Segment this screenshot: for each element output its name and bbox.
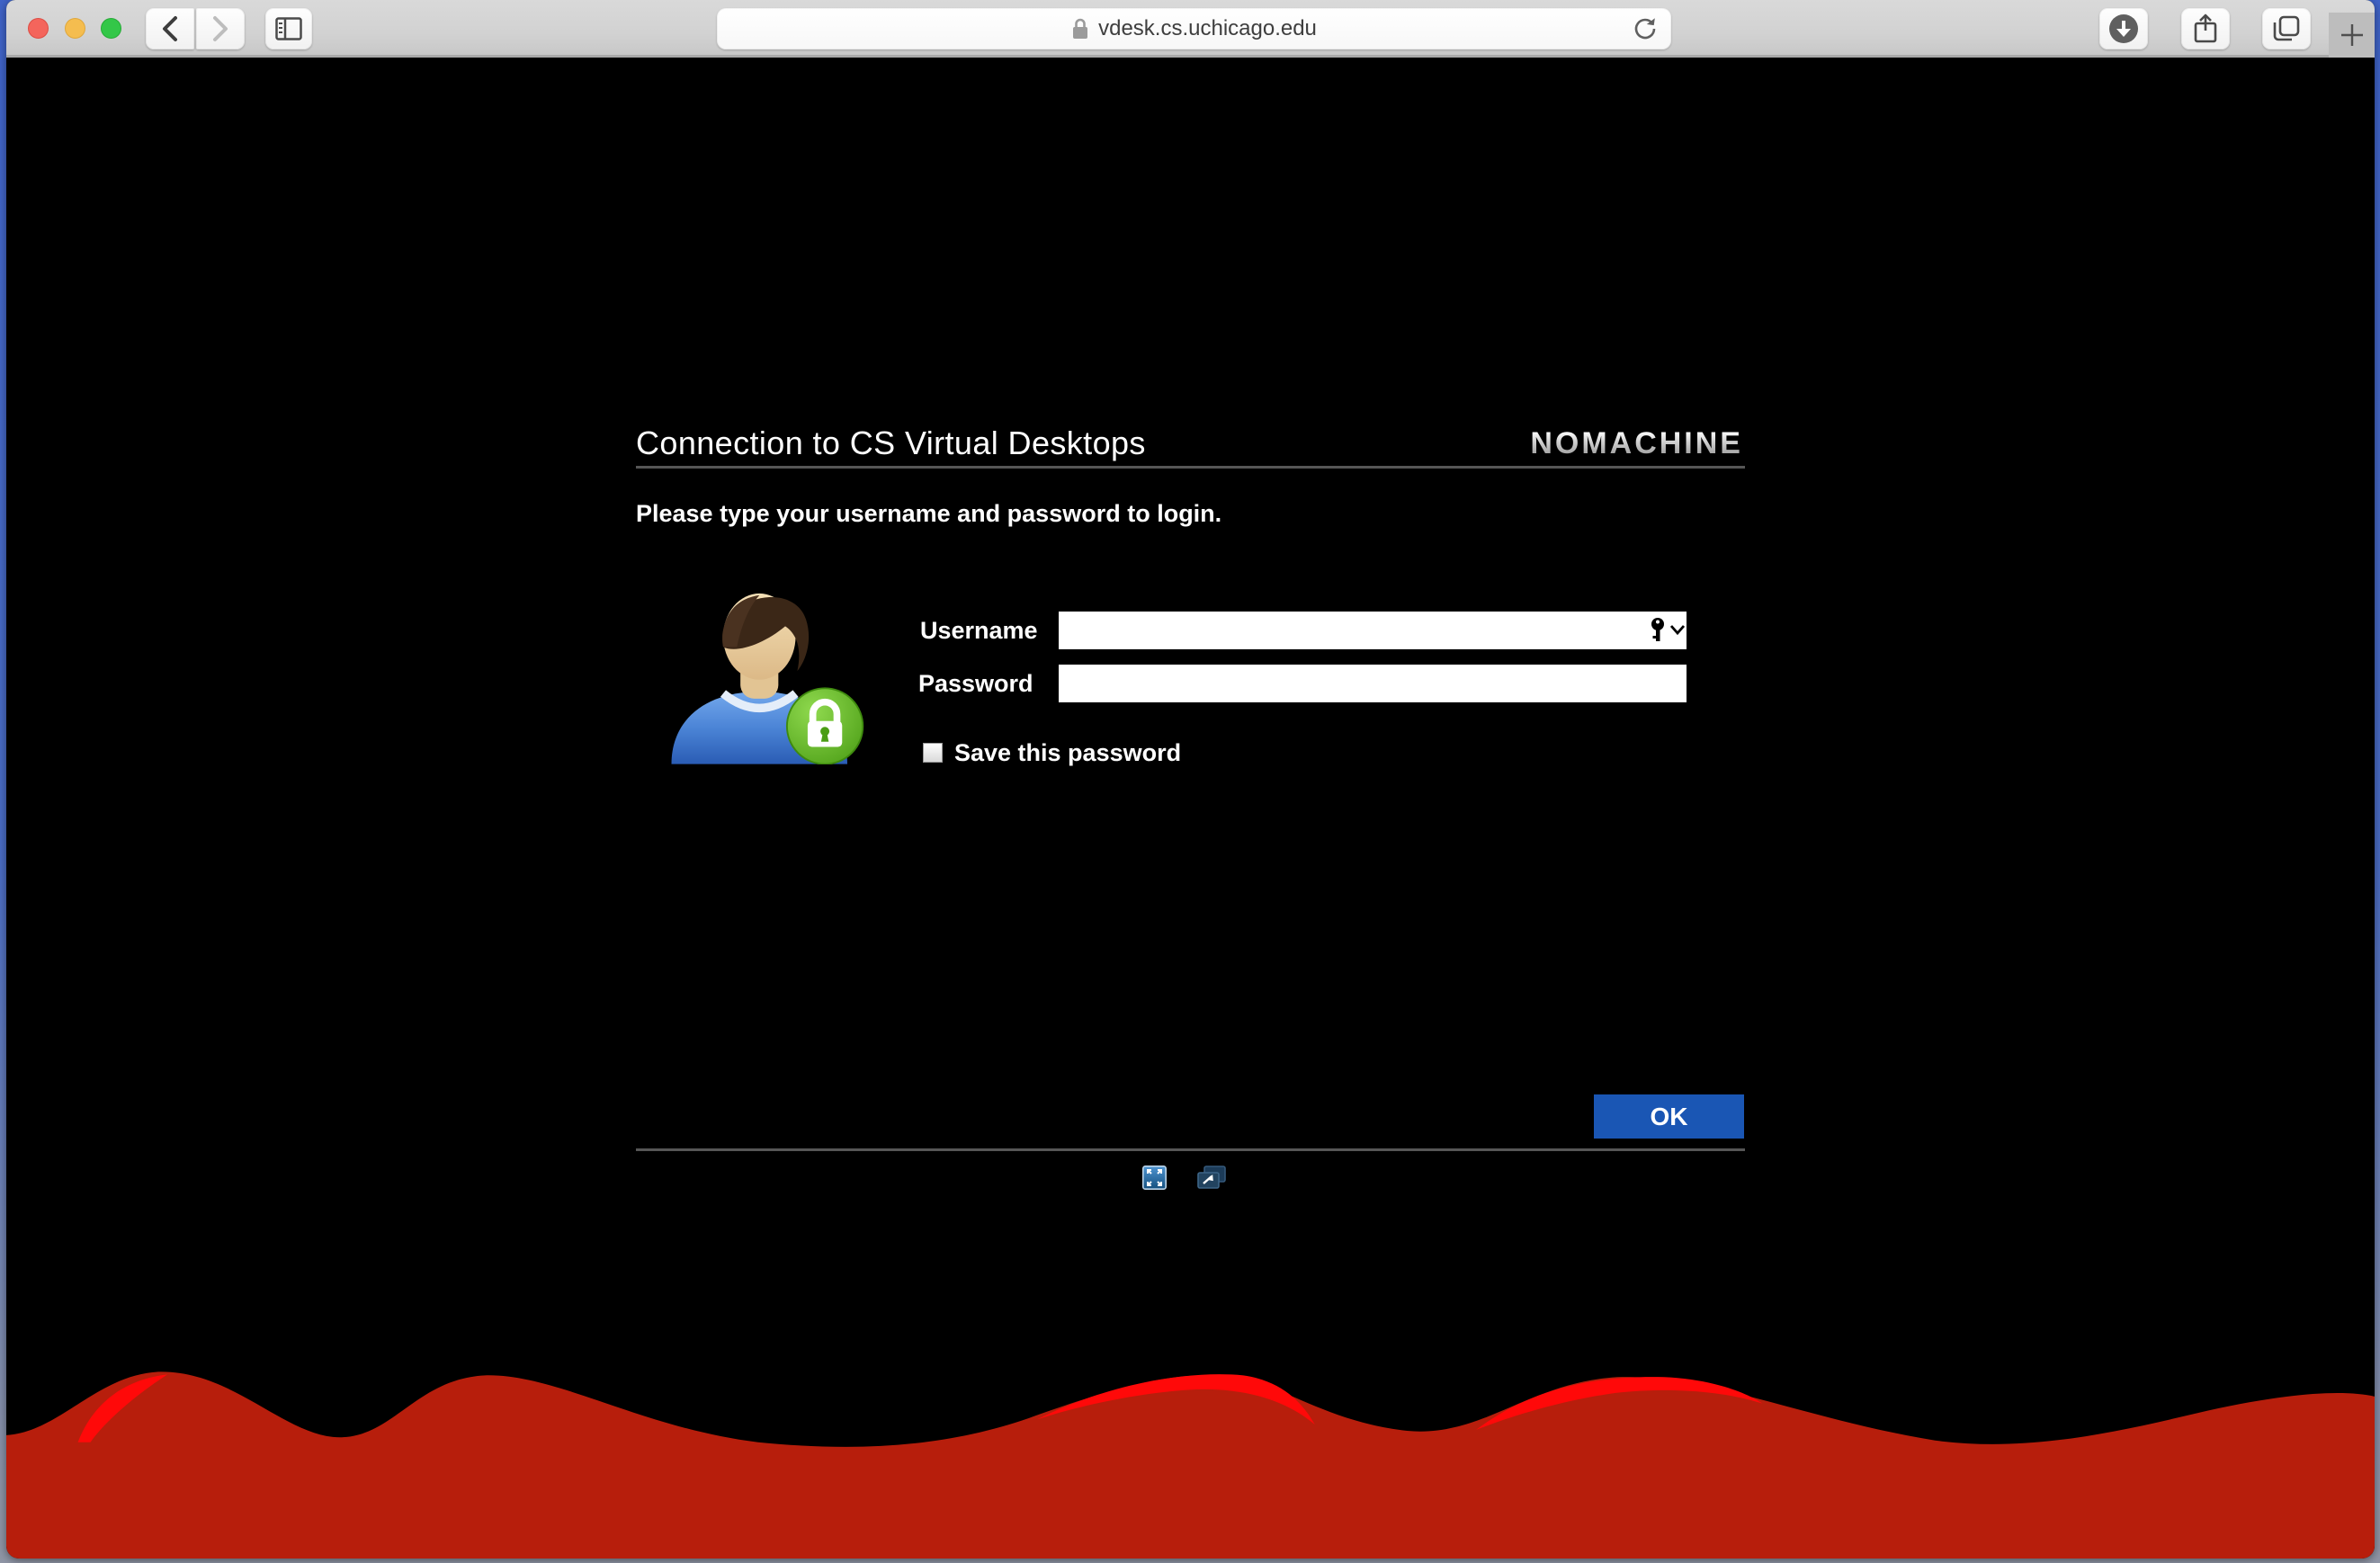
multi-window-icon[interactable]	[1195, 1165, 1228, 1191]
back-button[interactable]	[146, 8, 194, 49]
save-password-checkbox[interactable]	[923, 743, 943, 763]
new-tab-button[interactable]	[2329, 13, 2375, 58]
downloads-button[interactable]	[2099, 8, 2148, 49]
nomachine-logo: NOMACHINE	[1530, 426, 1743, 461]
address-bar[interactable]: vdesk.cs.uchicago.edu	[717, 8, 1671, 49]
lock-icon	[1071, 17, 1089, 40]
page-title: Connection to CS Virtual Desktops	[636, 424, 1146, 462]
instruction-text: Please type your username and password t…	[636, 500, 1221, 528]
reload-button[interactable]	[1632, 15, 1659, 42]
divider-top	[636, 466, 1745, 469]
share-icon	[2193, 13, 2218, 44]
password-label: Password	[918, 670, 1033, 698]
reload-icon	[1632, 15, 1659, 42]
share-button[interactable]	[2181, 8, 2230, 49]
tabs-icon	[2272, 15, 2301, 42]
save-password-label[interactable]: Save this password	[954, 739, 1181, 767]
user-avatar	[661, 585, 868, 764]
password-input[interactable]	[1059, 665, 1687, 702]
username-label: Username	[920, 617, 1038, 645]
url-text: vdesk.cs.uchicago.edu	[1098, 16, 1317, 41]
plus-icon	[2339, 22, 2366, 49]
key-icon	[1651, 618, 1664, 641]
close-button[interactable]	[28, 18, 49, 39]
chevron-down-icon	[1671, 626, 1684, 633]
red-wave-graphic	[6, 1347, 2375, 1559]
chevron-right-icon	[210, 15, 230, 42]
sidebar-icon	[275, 17, 302, 40]
browser-window: vdesk.cs.uchicago.edu	[6, 0, 2375, 1559]
ok-button[interactable]: OK	[1594, 1094, 1744, 1139]
zoom-button[interactable]	[101, 18, 121, 39]
browser-toolbar: vdesk.cs.uchicago.edu	[6, 0, 2375, 58]
username-combo-icons[interactable]	[1651, 617, 1687, 644]
download-circle-icon	[2107, 13, 2140, 45]
tab-overview-button[interactable]	[2262, 8, 2311, 49]
username-input[interactable]	[1059, 612, 1687, 649]
forward-button[interactable]	[196, 8, 245, 49]
chevron-left-icon	[160, 15, 180, 42]
divider-bottom	[636, 1148, 1745, 1151]
minimize-button[interactable]	[65, 18, 85, 39]
fullscreen-icon[interactable]	[1142, 1166, 1167, 1190]
sidebar-toggle-button[interactable]	[265, 8, 312, 49]
